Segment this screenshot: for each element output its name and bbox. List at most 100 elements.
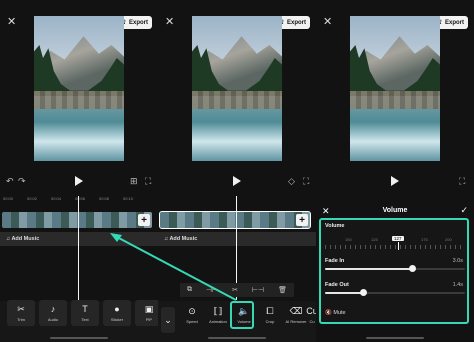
- tool-cut-off[interactable]: Cu Cu: [306, 302, 316, 328]
- scale-label: 175: [421, 237, 428, 242]
- music-icon: ♫: [6, 236, 11, 242]
- confirm-icon[interactable]: ✓: [460, 205, 468, 216]
- tool-trim[interactable]: ✂ Trim: [7, 300, 35, 326]
- fade-out-label: Fade Out: [325, 282, 349, 288]
- tool-label: Trim: [17, 316, 25, 322]
- tool-label: Speed: [186, 318, 198, 324]
- tool-pip[interactable]: ▣ PiP: [135, 300, 158, 326]
- fade-in-fill: [325, 268, 412, 270]
- video-preview: [192, 16, 282, 161]
- collapse-button[interactable]: ⌄: [161, 307, 175, 333]
- playhead[interactable]: [78, 196, 79, 300]
- scale-label: 150: [345, 237, 352, 242]
- video-track-selected[interactable]: [159, 211, 311, 229]
- fullscreen-icon[interactable]: ⛶: [303, 176, 309, 187]
- pip-icon: ▣: [144, 303, 154, 314]
- delete-icon[interactable]: 🗑: [278, 286, 287, 294]
- export-label: Export: [129, 19, 149, 26]
- close-icon[interactable]: ✕: [323, 15, 332, 28]
- home-indicator: [50, 337, 108, 339]
- close-icon[interactable]: ✕: [7, 15, 16, 28]
- eraser-icon: ⌫: [289, 305, 303, 316]
- ruler-tick: 00:08: [99, 196, 110, 201]
- text-icon: T: [82, 303, 88, 314]
- crop-icon: ⧠: [266, 305, 274, 316]
- play-button[interactable]: [231, 176, 241, 186]
- music-note-icon: ♪: [50, 303, 56, 314]
- add-clip-button[interactable]: +: [138, 214, 150, 226]
- chevron-down-icon: ⌄: [164, 314, 172, 325]
- volume-panel: ✕ ⇪ Export ⛶ ✕ Volume ✓ Volume 150 125 1…: [316, 0, 474, 342]
- sticker-icon: ●: [114, 303, 120, 314]
- ruler-tick: 00:00: [3, 196, 14, 201]
- close-icon[interactable]: ✕: [165, 15, 174, 28]
- volume-settings: Volume 150 125 127 175 200 Fade In 3.0s …: [319, 218, 469, 324]
- fade-in-slider[interactable]: [325, 265, 465, 272]
- tool-sticker[interactable]: ● Sticker: [103, 300, 131, 326]
- add-music-label: Add Music: [169, 236, 198, 242]
- fullscreen-icon[interactable]: ⛶: [145, 176, 151, 187]
- fade-in-label: Fade In: [325, 258, 345, 264]
- mute-icon: 🔇: [325, 310, 332, 316]
- split-left-icon[interactable]: ⊣⊢: [206, 286, 218, 294]
- fade-out-slider[interactable]: [325, 289, 465, 296]
- tool-text[interactable]: T Text: [71, 300, 99, 326]
- fullscreen-icon[interactable]: ⛶: [459, 176, 465, 187]
- tool-label: Audio: [47, 316, 59, 322]
- ruler-tick: 00:04: [51, 196, 62, 201]
- split-right-icon[interactable]: ⊢⊣: [252, 286, 264, 294]
- editor-panel-clip-selected: ✕ ⇪ Export ◇ ⛶ + ♫ Add Music ⧉ ⊣⊢ ✂ ⊢⊣ 🗑…: [158, 0, 316, 342]
- volume-header: ✕ Volume ✓: [316, 204, 474, 218]
- volume-ticks: [325, 245, 465, 249]
- export-label: Export: [445, 19, 465, 26]
- cutout-icon: Cu: [306, 305, 316, 316]
- tool-label: Text: [81, 316, 89, 322]
- volume-highlight: [230, 301, 254, 329]
- scale-label: 200: [445, 237, 452, 242]
- music-icon: ♫: [164, 236, 169, 242]
- volume-indicator: [398, 242, 399, 250]
- volume-scale[interactable]: 150 125 127 175 200: [325, 236, 465, 250]
- panel-title: Volume: [382, 207, 408, 214]
- video-track[interactable]: [2, 212, 152, 228]
- tool-speed[interactable]: ⊙ Speed: [178, 302, 206, 328]
- add-clip-button[interactable]: +: [296, 214, 308, 226]
- ruler-tick: 00:02: [27, 196, 38, 201]
- ruler-tick: 00:06: [75, 196, 86, 201]
- animation-icon: ⟦⟧: [213, 305, 223, 316]
- split-icon[interactable]: ✂: [232, 286, 238, 294]
- scale-label: 125: [371, 237, 378, 242]
- clip-toolbar: ⌄ ⊙ Speed ⟦⟧ Animation 🔈 Volume ⧠ Crop ⌫…: [158, 301, 316, 342]
- fade-out-knob[interactable]: [360, 289, 367, 296]
- tool-audio[interactable]: ♪ Audio: [39, 300, 67, 326]
- speed-icon: ⊙: [188, 305, 196, 316]
- tool-label: Animation: [209, 318, 227, 324]
- tool-label: Cu: [309, 318, 315, 324]
- clip-edit-row: ⧉ ⊣⊢ ✂ ⊢⊣ 🗑: [180, 283, 294, 297]
- timeline-ruler: 00:00 00:02 00:04 00:06 00:08 00:10: [0, 194, 158, 204]
- duplicate-icon[interactable]: ⧉: [187, 286, 192, 294]
- editor-panel-main: ✕ ⇪ Export ↶ ↷ ⊞ ⛶ 00:00 00:02 00:04 00:…: [0, 0, 158, 342]
- tool-crop[interactable]: ⧠ Crop: [256, 302, 284, 328]
- add-music-label: Add Music: [11, 236, 40, 242]
- fade-in-knob[interactable]: [409, 265, 416, 272]
- add-music-button[interactable]: ♫ Add Music: [158, 232, 316, 246]
- tool-animation[interactable]: ⟦⟧ Animation: [204, 302, 232, 328]
- undo-icon[interactable]: ↶: [6, 176, 14, 187]
- tool-label: Crop: [265, 318, 275, 324]
- tool-label: AI Remover: [285, 318, 307, 324]
- ruler-tick: 00:10: [123, 196, 134, 201]
- preview-rocks: [34, 91, 124, 109]
- video-preview: [350, 16, 440, 161]
- play-button[interactable]: [389, 176, 399, 186]
- keyframe-icon[interactable]: ◇: [288, 176, 295, 187]
- mute-toggle[interactable]: 🔇 Mute: [325, 310, 346, 316]
- keyframe-icon[interactable]: ⊞: [130, 176, 138, 187]
- export-label: Export: [287, 19, 307, 26]
- mute-label: Mute: [333, 310, 346, 316]
- play-button[interactable]: [73, 176, 83, 186]
- home-indicator: [366, 337, 424, 339]
- redo-icon[interactable]: ↷: [18, 176, 26, 187]
- add-music-button[interactable]: ♫ Add Music: [0, 232, 158, 246]
- video-preview: [34, 16, 124, 161]
